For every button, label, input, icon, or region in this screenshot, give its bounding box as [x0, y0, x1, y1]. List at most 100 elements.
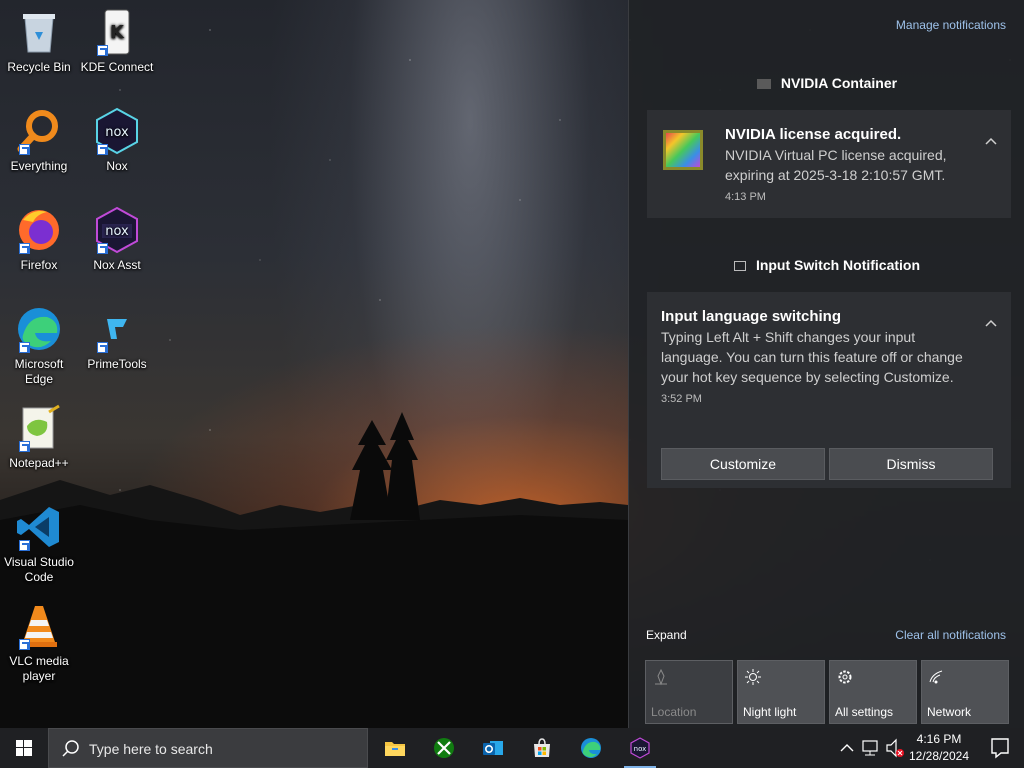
- chevron-up-icon: [840, 744, 854, 752]
- desktop-icon-label: Microsoft Edge: [14, 357, 64, 386]
- expand-link[interactable]: Expand: [646, 628, 687, 642]
- taskbar-app-outlook[interactable]: [469, 728, 517, 768]
- quick-action-label: Location: [651, 705, 697, 719]
- manage-notifications-link[interactable]: Manage notifications: [896, 18, 1006, 32]
- notification-body: NVIDIA Virtual PC license acquired, expi…: [725, 147, 947, 183]
- svg-text:nox: nox: [105, 125, 129, 140]
- taskbar-app-edge[interactable]: [567, 728, 615, 768]
- everything-icon: [15, 107, 63, 155]
- clock-time: 4:16 PM: [916, 732, 962, 746]
- windows-logo-icon: [16, 740, 32, 756]
- dismiss-button[interactable]: Dismiss: [829, 448, 993, 480]
- file-explorer-icon: [385, 742, 405, 756]
- desktop-icon-recycle-bin[interactable]: Recycle Bin: [0, 8, 78, 75]
- edge-icon: [15, 305, 63, 353]
- notification-icon: [991, 738, 1009, 759]
- taskbar-app-file-explorer[interactable]: [371, 728, 419, 768]
- desktop-icon-label: Everything: [10, 159, 68, 173]
- notepadpp-icon: [15, 404, 63, 452]
- desktop-icon-label: VLC media player: [9, 654, 69, 683]
- location-icon: [655, 668, 667, 686]
- desktop-icon-label: PrimeTools: [87, 357, 147, 371]
- quick-action-label: Night light: [743, 705, 797, 719]
- desktop-icon-label: Nox Asst: [93, 258, 141, 272]
- notification-time: 4:13 PM: [725, 191, 766, 203]
- desktop-icon-kde-connect[interactable]: K KDE Connect: [78, 8, 156, 75]
- quick-action-night-light[interactable]: Night light: [737, 660, 825, 724]
- network-icon: [929, 670, 943, 684]
- clock-date: 12/28/2024: [908, 749, 970, 763]
- desktop-icon-vscode[interactable]: Visual Studio Code: [0, 503, 78, 585]
- start-button[interactable]: [0, 728, 48, 768]
- night-light-icon: [745, 669, 761, 685]
- notification-input-language[interactable]: Input language switching Typing Left Alt…: [647, 292, 1011, 488]
- search-placeholder: Type here to search: [89, 741, 213, 757]
- outlook-icon: [483, 741, 503, 755]
- volume-tray-button[interactable]: [884, 728, 906, 768]
- quick-action-network[interactable]: Network: [921, 660, 1009, 724]
- taskbar: Type here to search nox 4:16 PM 12/28/20…: [0, 728, 1024, 768]
- settings-icon: [838, 670, 852, 684]
- notification-nvidia-license[interactable]: NVIDIA license acquired. NVIDIA Virtual …: [647, 110, 1011, 218]
- clear-all-notifications-link[interactable]: Clear all notifications: [895, 628, 1006, 642]
- desktop-icon-label: Notepad++: [9, 456, 69, 470]
- notification-body: Typing Left Alt + Shift changes your inp…: [661, 329, 963, 385]
- nox-asst-icon: nox: [93, 206, 141, 254]
- customize-button[interactable]: Customize: [661, 448, 825, 480]
- collapse-chevron-icon[interactable]: [985, 318, 997, 330]
- nox-icon: nox: [93, 107, 141, 155]
- nvidia-chip-icon: [663, 130, 703, 170]
- vscode-icon: [15, 503, 63, 551]
- notification-title: Input language switching: [661, 308, 841, 325]
- group-title: NVIDIA Container: [780, 75, 898, 91]
- primetools-icon: [93, 305, 141, 353]
- volume-muted-icon: [886, 738, 904, 758]
- taskbar-clock[interactable]: 4:16 PM 12/28/2024: [906, 731, 972, 765]
- firefox-icon: [15, 206, 63, 254]
- xbox-icon: [434, 738, 454, 758]
- quick-action-label: Network: [927, 705, 972, 719]
- desktop-icon-label: Recycle Bin: [7, 60, 71, 74]
- desktop-icon-label: KDE Connect: [80, 60, 154, 74]
- collapse-chevron-icon[interactable]: [985, 136, 997, 148]
- taskbar-app-xbox[interactable]: [420, 728, 468, 768]
- taskbar-search-box[interactable]: Type here to search: [48, 728, 368, 768]
- edge-icon: [581, 738, 601, 758]
- action-center-panel: Manage notifications NVIDIA Container NV…: [628, 0, 1024, 728]
- svg-text:K: K: [110, 22, 125, 43]
- nox-icon: nox: [630, 737, 650, 759]
- notification-time: 3:52 PM: [661, 393, 702, 405]
- taskbar-app-nox[interactable]: nox: [616, 728, 664, 768]
- desktop-icon-label: Firefox: [20, 258, 58, 272]
- svg-text:nox: nox: [634, 745, 647, 753]
- notification-group-nvidia: NVIDIA Container: [629, 75, 1024, 91]
- desktop-icon-notepadpp[interactable]: Notepad++: [0, 404, 78, 471]
- desktop-icon-nox[interactable]: nox Nox: [78, 107, 156, 174]
- desktop-icon-vlc[interactable]: VLC media player: [0, 602, 78, 684]
- quick-action-location[interactable]: Location: [645, 660, 733, 724]
- network-wired-icon: [862, 740, 878, 756]
- desktop-icon-primetools[interactable]: PrimeTools: [78, 305, 156, 372]
- desktop-icon-label: Nox: [106, 159, 128, 173]
- quick-action-all-settings[interactable]: All settings: [829, 660, 917, 724]
- desktop-icon-nox-asst[interactable]: nox Nox Asst: [78, 206, 156, 273]
- search-icon: [62, 740, 79, 757]
- kde-connect-icon: K: [93, 8, 141, 56]
- notification-group-input-switch: Input Switch Notification: [629, 257, 1024, 273]
- svg-text:nox: nox: [105, 224, 129, 239]
- recycle-bin-icon: [15, 8, 63, 56]
- desktop-icon-microsoft-edge[interactable]: Microsoft Edge: [0, 305, 78, 387]
- nvidia-icon: [756, 79, 771, 90]
- action-center-button[interactable]: [976, 728, 1024, 768]
- desktop-icon-label: Visual Studio Code: [4, 555, 74, 584]
- taskbar-app-microsoft-store[interactable]: [518, 728, 566, 768]
- group-title: Input Switch Notification: [755, 257, 921, 273]
- microsoft-store-icon: [534, 738, 550, 757]
- quick-action-label: All settings: [835, 705, 894, 719]
- notification-title: NVIDIA license acquired.: [725, 126, 902, 143]
- keyboard-icon: [733, 261, 746, 272]
- network-tray-button[interactable]: [860, 728, 882, 768]
- desktop-icon-firefox[interactable]: Firefox: [0, 206, 78, 273]
- show-hidden-icons-button[interactable]: [838, 728, 856, 768]
- desktop-icon-everything[interactable]: Everything: [0, 107, 78, 174]
